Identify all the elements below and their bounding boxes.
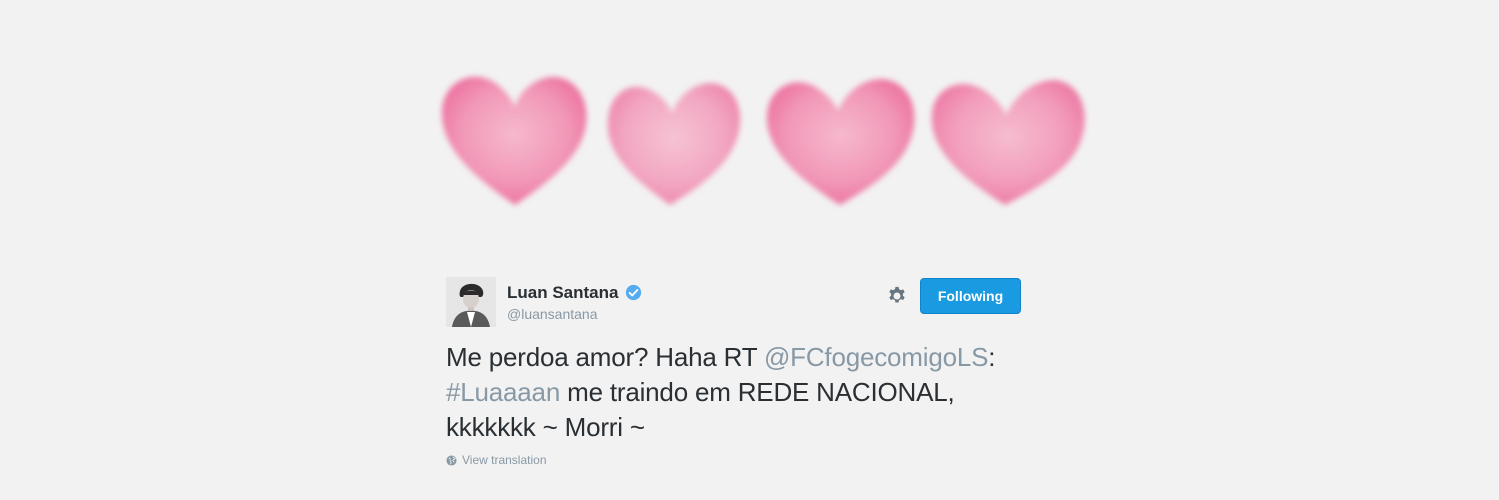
view-translation-label: View translation [462, 453, 547, 467]
user-handle[interactable]: @luansantana [507, 306, 642, 322]
user-info: Luan Santana @luansantana [507, 283, 642, 322]
following-button[interactable]: Following [920, 278, 1021, 314]
avatar[interactable] [446, 277, 496, 327]
tweet-page: Luan Santana @luansantana Following Me p… [0, 0, 1499, 500]
heart-icon [607, 83, 741, 205]
tweet-text: Me perdoa amor? Haha RT @FCfogecomigoLS:… [446, 340, 1066, 445]
heart-icon [931, 80, 1085, 205]
tweet-text-part: : [988, 342, 996, 372]
hashtag-link[interactable]: #Luaaaan [446, 377, 560, 407]
view-translation-link[interactable]: View translation [446, 453, 1066, 467]
tweet-text-part: Me perdoa amor? Haha RT [446, 342, 764, 372]
gear-icon[interactable] [886, 285, 908, 307]
watercolor-hearts-banner [420, 55, 1100, 225]
tweet-header: Luan Santana @luansantana Following [446, 277, 1066, 327]
tweet-text-part: kkkkkkk ~ Morri ~ [446, 412, 645, 442]
display-name[interactable]: Luan Santana [507, 283, 618, 303]
verified-badge-icon [625, 284, 642, 300]
tweet-card: Luan Santana @luansantana Following Me p… [446, 277, 1066, 467]
mention-link[interactable]: @FCfogecomigoLS [764, 342, 988, 372]
heart-icon [441, 76, 587, 205]
globe-icon [446, 454, 457, 466]
heart-icon [766, 79, 915, 205]
tweet-text-part: me traindo em REDE NACIONAL, [560, 377, 955, 407]
